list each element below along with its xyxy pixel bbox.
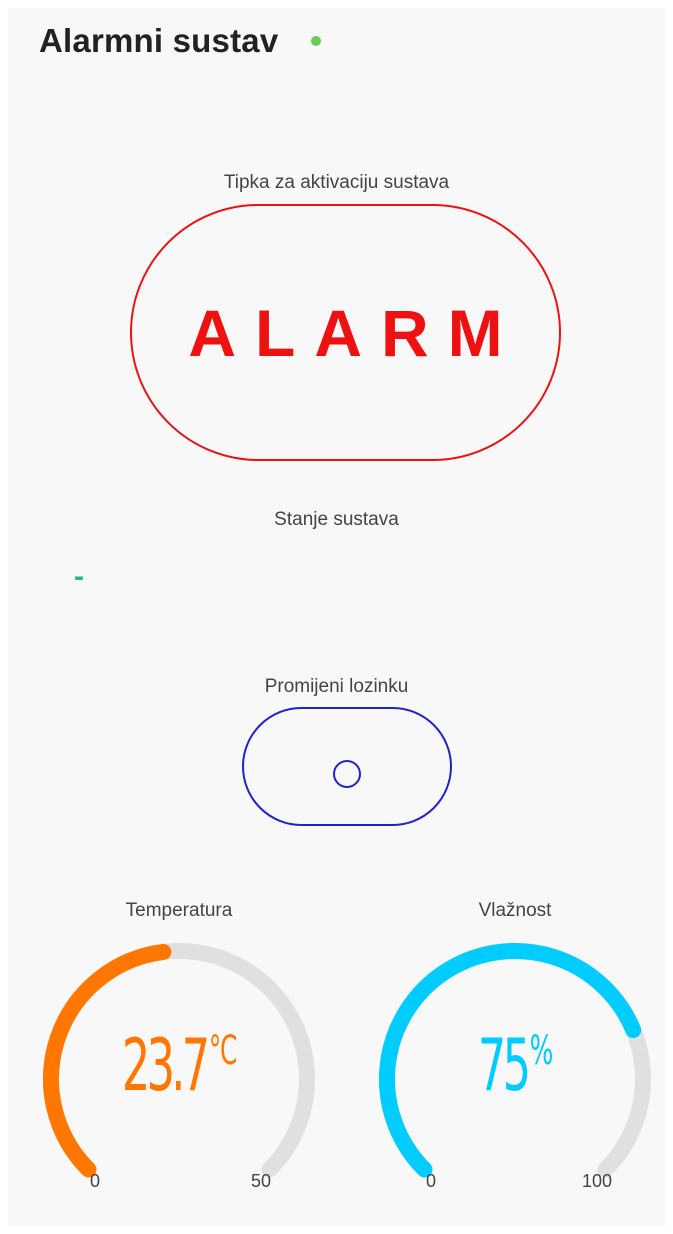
password-section-label: Promijeni lozinku xyxy=(264,676,409,697)
temperature-gauge-label: Temperatura xyxy=(125,900,233,921)
temperature-value-number: 23.7 xyxy=(121,1023,210,1107)
temperature-max-label: 50 xyxy=(251,1171,272,1191)
alarm-activation-button[interactable]: ALARM xyxy=(130,204,561,461)
page-title: Alarmni sustav xyxy=(39,22,279,59)
state-section-label: Stanje sustava xyxy=(274,509,399,530)
humidity-gauge: 75% xyxy=(375,938,655,1198)
humidity-max-label: 100 xyxy=(582,1171,613,1191)
temperature-gauge-value: 23.7°C xyxy=(92,1023,266,1107)
change-password-button[interactable] xyxy=(242,707,452,826)
humidity-value-unit: % xyxy=(529,1028,554,1074)
humidity-gauge-label: Vlažnost xyxy=(478,900,552,921)
temperature-min-label: 0 xyxy=(90,1171,101,1191)
humidity-value-number: 75 xyxy=(477,1023,531,1107)
password-button-indicator-icon xyxy=(333,760,361,788)
online-status-dot xyxy=(311,36,321,46)
temperature-gauge: 23.7°C xyxy=(39,938,319,1198)
humidity-gauge-value: 75% xyxy=(428,1023,602,1107)
dashboard-panel: Alarmni sustav Tipka za aktivaciju susta… xyxy=(8,8,665,1226)
alarm-button-label: ALARM xyxy=(188,295,522,370)
humidity-min-label: 0 xyxy=(426,1171,437,1191)
temperature-value-unit: °C xyxy=(208,1028,237,1074)
alarm-section-label: Tipka za aktivaciju sustava xyxy=(223,172,450,193)
system-state-value: - xyxy=(74,560,84,593)
